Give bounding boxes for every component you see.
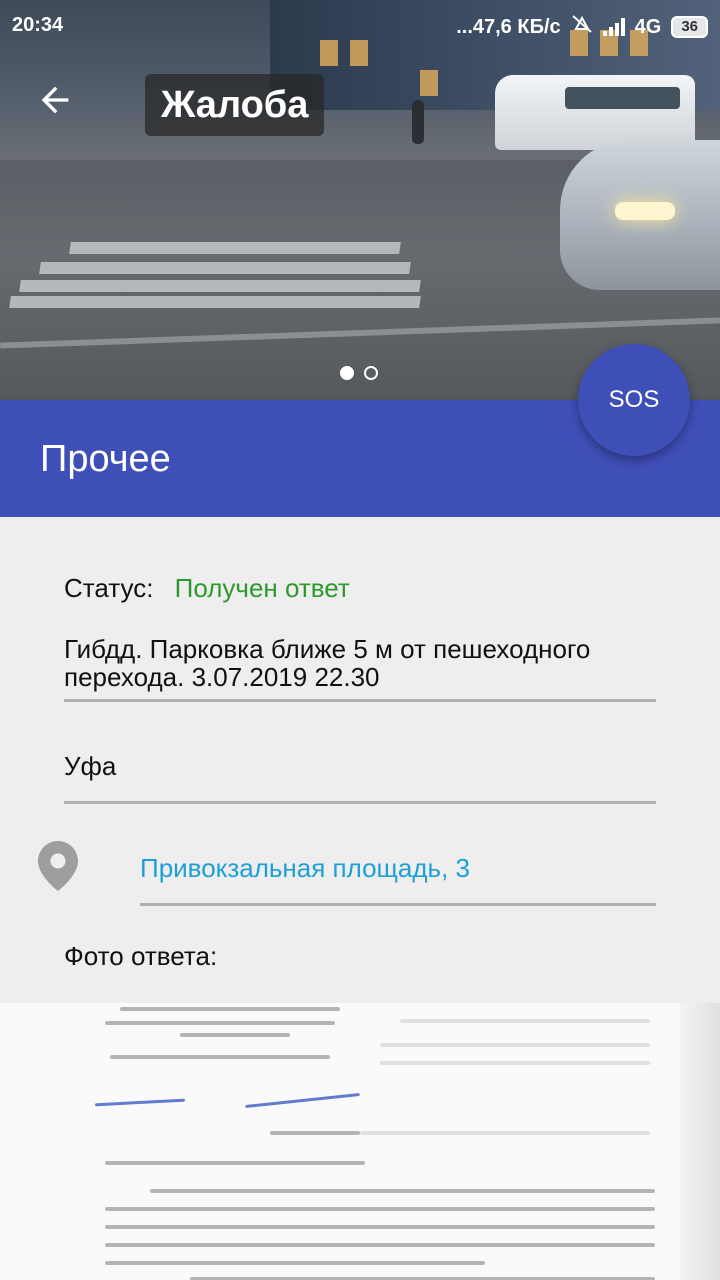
arrow-left-icon bbox=[41, 86, 69, 114]
mute-icon bbox=[571, 14, 593, 40]
status-label: Статус: bbox=[64, 573, 154, 603]
complaint-photo[interactable] bbox=[0, 0, 720, 400]
gallery-dot-1[interactable] bbox=[340, 366, 354, 380]
description-field[interactable]: Гибдд. Парковка ближе 5 м от пешеходного… bbox=[64, 635, 654, 691]
map-pin-icon bbox=[38, 841, 78, 891]
category-label: Прочее bbox=[40, 438, 171, 480]
battery-icon: 36 bbox=[671, 16, 708, 38]
description-underline bbox=[64, 699, 656, 702]
network-speed: ...47,6 КБ/с bbox=[456, 15, 561, 38]
gallery-dot-2[interactable] bbox=[364, 366, 378, 380]
sos-button[interactable]: SOS bbox=[578, 344, 690, 456]
gallery-indicator bbox=[340, 366, 378, 380]
city-underline bbox=[64, 801, 656, 804]
answer-photo[interactable] bbox=[0, 1003, 720, 1280]
status-bar: 20:34 ...47,6 КБ/с 4G 36 bbox=[0, 0, 720, 52]
status-time: 20:34 bbox=[12, 14, 64, 36]
complaint-details: Статус: Получен ответ Гибдд. Парковка бл… bbox=[0, 517, 720, 1003]
status-row: Статус: Получен ответ bbox=[64, 573, 350, 604]
city-field[interactable]: Уфа bbox=[64, 751, 116, 782]
photo-van bbox=[495, 75, 695, 150]
photo-car bbox=[560, 140, 720, 290]
answer-photo-label: Фото ответа: bbox=[64, 941, 218, 971]
signal-icon bbox=[602, 18, 625, 36]
address-underline bbox=[140, 903, 656, 906]
photo-pedestrian bbox=[412, 100, 424, 144]
back-button[interactable] bbox=[30, 80, 80, 130]
page-title: Жалоба bbox=[145, 74, 325, 136]
status-value: Получен ответ bbox=[174, 573, 350, 603]
network-type: 4G bbox=[634, 15, 662, 38]
address-link[interactable]: Привокзальная площадь, 3 bbox=[140, 853, 470, 884]
